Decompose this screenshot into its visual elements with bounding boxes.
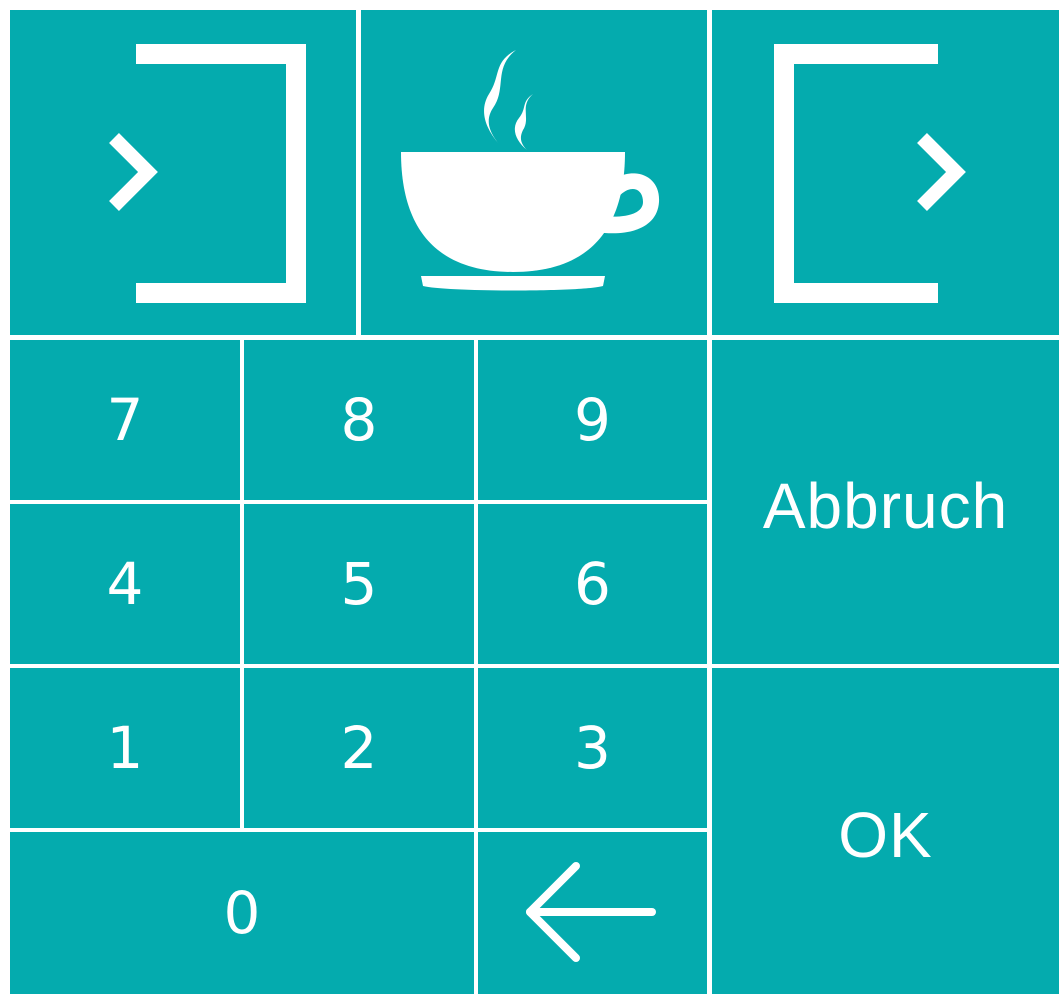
key-9-label: 9: [574, 386, 611, 454]
terminal-keypad: 7 8 9 4 5 6 1 2 3 0 Abbruch OK: [0, 0, 1059, 994]
key-7[interactable]: 7: [10, 340, 240, 500]
key-2-label: 2: [340, 714, 378, 782]
key-6[interactable]: 6: [478, 504, 707, 664]
key-5-label: 5: [340, 550, 378, 618]
key-3[interactable]: 3: [478, 668, 707, 828]
login-icon: [109, 44, 306, 303]
key-2[interactable]: 2: [244, 668, 474, 828]
logout-icon: [774, 44, 966, 303]
key-7-label: 7: [106, 386, 144, 454]
key-8-label: 8: [340, 386, 378, 454]
backspace-button[interactable]: [478, 832, 707, 994]
key-0[interactable]: 0: [10, 832, 474, 994]
coffee-button[interactable]: [361, 10, 707, 335]
logout-button[interactable]: [712, 10, 1059, 335]
key-1-label: 1: [106, 714, 144, 782]
key-8[interactable]: 8: [244, 340, 474, 500]
key-4[interactable]: 4: [10, 504, 240, 664]
key-3-label: 3: [574, 714, 611, 782]
ok-label: OK: [838, 799, 933, 871]
key-9[interactable]: 9: [478, 340, 707, 500]
login-button[interactable]: [10, 10, 356, 335]
left-arrow-icon: [526, 862, 656, 962]
key-4-label: 4: [106, 550, 144, 618]
cancel-button[interactable]: Abbruch: [712, 340, 1059, 664]
cancel-label: Abbruch: [762, 470, 1009, 542]
coffee-cup-icon: [401, 50, 660, 291]
key-5[interactable]: 5: [244, 504, 474, 664]
key-6-label: 6: [574, 550, 611, 618]
ok-button[interactable]: OK: [712, 668, 1059, 994]
key-1[interactable]: 1: [10, 668, 240, 828]
key-0-label: 0: [223, 879, 261, 947]
